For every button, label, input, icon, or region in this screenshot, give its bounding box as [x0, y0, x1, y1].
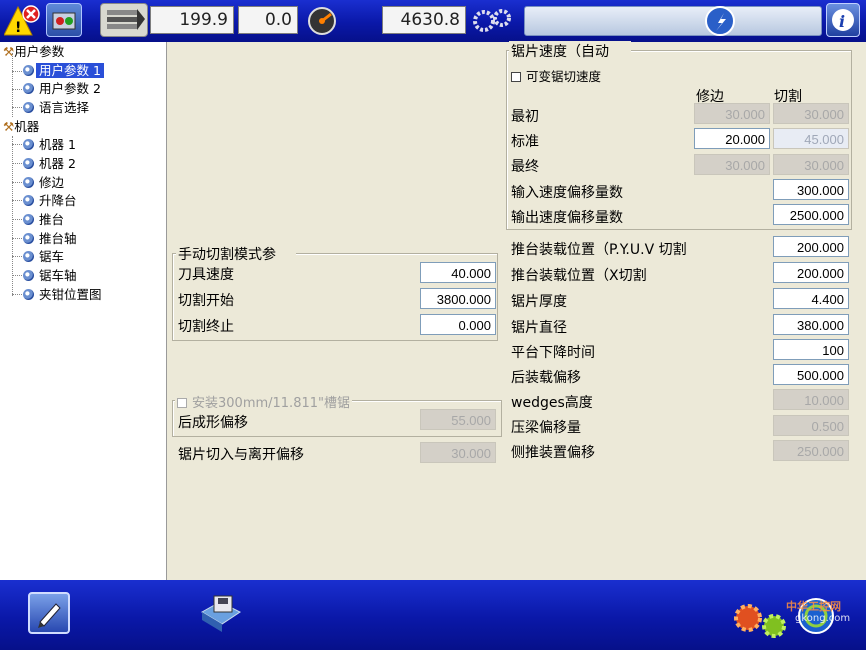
watermark-url: gkong.com — [795, 613, 851, 624]
blade-diameter-label: 锯片直径 — [511, 320, 567, 336]
rear-load-offset-label: 后装载偏移 — [511, 370, 581, 386]
save-disk-icon[interactable] — [198, 592, 244, 636]
node-icon — [23, 177, 34, 188]
tree-group-label: 用户参数 — [14, 44, 65, 59]
wedges-height-field[interactable] — [773, 389, 849, 410]
blade-in-out-label: 锯片切入与离开偏移 — [178, 447, 304, 463]
speed-final-label: 最终 — [511, 159, 539, 175]
tool-speed-label: 刀具速度 — [178, 267, 234, 283]
readout-angle: 0.0 — [238, 6, 298, 34]
tree-item-lift-table[interactable]: 升降台 — [23, 192, 80, 209]
cut-start-label: 切割开始 — [178, 293, 234, 309]
pressure-beam-offset-label: 压梁偏移量 — [511, 420, 581, 436]
blade-in-out-field[interactable] — [420, 442, 496, 463]
svg-text:!: ! — [15, 20, 21, 36]
operator-panel-icon[interactable] — [46, 3, 82, 37]
node-icon — [23, 65, 34, 76]
tree-group-user-params[interactable]: ⚒用户参数 — [3, 43, 64, 60]
svg-text:i: i — [839, 12, 845, 31]
alarm-icon[interactable]: ! — [3, 3, 40, 37]
input-speed-offset-label: 输入速度偏移量数 — [511, 185, 623, 201]
readout-length: 4630.8 — [382, 6, 466, 34]
node-icon — [23, 270, 34, 281]
node-icon — [23, 83, 34, 94]
top-toolbar: ! 199.9 0.0 4630.8 i — [0, 0, 866, 42]
tree-item-user-params-2[interactable]: 用户参数 2 — [23, 80, 104, 97]
speed-final-cut-field[interactable] — [773, 154, 849, 175]
speed-standard-label: 标准 — [511, 134, 539, 150]
pusher-load-x-field[interactable] — [773, 262, 849, 283]
output-speed-offset-field[interactable] — [773, 204, 849, 225]
bottom-toolbar: 中华工控网 gkong.com — [0, 580, 866, 650]
pusher-load-x-label: 推台装载位置（X切割 — [511, 268, 647, 284]
gauge-icon — [300, 4, 340, 38]
stack-icon — [100, 3, 148, 37]
blade-thickness-field[interactable] — [773, 288, 849, 309]
pressure-beam-offset-field[interactable] — [773, 415, 849, 436]
speed-initial-label: 最初 — [511, 109, 539, 125]
navigation-tree: ⚒用户参数 用户参数 1 用户参数 2 语言选择 ⚒机器 机器 1 机器 2 修… — [0, 42, 167, 580]
node-icon — [23, 139, 34, 150]
pusher-load-pyuv-field[interactable] — [773, 236, 849, 257]
post-forming-offset-field[interactable] — [420, 409, 496, 430]
blade-diameter-field[interactable] — [773, 314, 849, 335]
tree-item-saw-carriage-axis[interactable]: 锯车轴 — [23, 267, 80, 284]
variable-speed-checkbox[interactable]: 可变锯切速度 — [511, 66, 601, 85]
tree-item-trim[interactable]: 修边 — [23, 174, 67, 191]
side-pusher-offset-field[interactable] — [773, 440, 849, 461]
cut-end-label: 切割终止 — [178, 319, 234, 335]
readout-position: 199.9 — [150, 6, 234, 34]
gear-pair-icon — [468, 3, 518, 37]
tools-icon: ⚒ — [3, 44, 15, 59]
pusher-load-pyuv-label: 推台装载位置（P.Y.U.V 切割 — [511, 242, 687, 258]
checkbox-box[interactable] — [511, 72, 521, 82]
tree-item-saw-carriage[interactable]: 锯车 — [23, 248, 67, 265]
speed-initial-cut-field[interactable] — [773, 103, 849, 124]
wedges-height-label: wedges高度 — [511, 395, 593, 411]
tree-group-label: 机器 — [14, 119, 40, 134]
rear-load-offset-field[interactable] — [773, 364, 849, 385]
status-field — [524, 6, 822, 36]
tool-speed-field[interactable] — [420, 262, 496, 283]
output-speed-offset-label: 输出速度偏移量数 — [511, 210, 623, 226]
tree-group-machine[interactable]: ⚒机器 — [3, 118, 39, 135]
input-speed-offset-field[interactable] — [773, 179, 849, 200]
groove-saw-checkbox[interactable] — [177, 398, 187, 408]
tree-item-machine-2[interactable]: 机器 2 — [23, 155, 79, 172]
manual-cut-title: 手动切割模式参 — [176, 244, 296, 264]
speed-initial-trim-field[interactable] — [694, 103, 770, 124]
post-forming-offset-label: 后成形偏移 — [178, 415, 248, 431]
speed-standard-cut-field[interactable] — [773, 128, 849, 149]
edit-hand-icon[interactable] — [28, 592, 70, 634]
tree-item-clamp-map[interactable]: 夹钳位置图 — [23, 286, 105, 303]
tree-item-machine-1[interactable]: 机器 1 — [23, 136, 79, 153]
node-icon — [23, 158, 34, 169]
table-lower-time-label: 平台下降时间 — [511, 345, 595, 361]
node-icon — [23, 233, 34, 244]
node-icon — [23, 102, 34, 113]
speed-standard-trim-field[interactable] — [694, 128, 770, 149]
table-lower-time-field[interactable] — [773, 339, 849, 360]
cut-end-field[interactable] — [420, 314, 496, 335]
tree-item-pusher[interactable]: 推台 — [23, 211, 67, 228]
tools-icon: ⚒ — [3, 119, 15, 134]
cut-start-field[interactable] — [420, 288, 496, 309]
tree-item-language[interactable]: 语言选择 — [23, 99, 92, 116]
groove-saw-title[interactable]: 安装300mm/11.811"槽锯 — [175, 392, 352, 411]
blade-speed-title: 锯片速度（自动 — [509, 41, 631, 61]
side-pusher-offset-label: 侧推装置偏移 — [511, 445, 595, 461]
info-icon[interactable]: i — [826, 3, 860, 37]
compass-icon[interactable] — [704, 5, 736, 37]
node-icon — [23, 195, 34, 206]
tree-item-pusher-axis[interactable]: 推台轴 — [23, 230, 80, 247]
node-icon — [23, 214, 34, 225]
node-icon — [23, 251, 34, 262]
tree-item-user-params-1[interactable]: 用户参数 1 — [23, 62, 104, 79]
node-icon — [23, 289, 34, 300]
speed-final-trim-field[interactable] — [694, 154, 770, 175]
blade-thickness-label: 锯片厚度 — [511, 294, 567, 310]
watermark-text: 中华工控网 — [786, 600, 841, 613]
